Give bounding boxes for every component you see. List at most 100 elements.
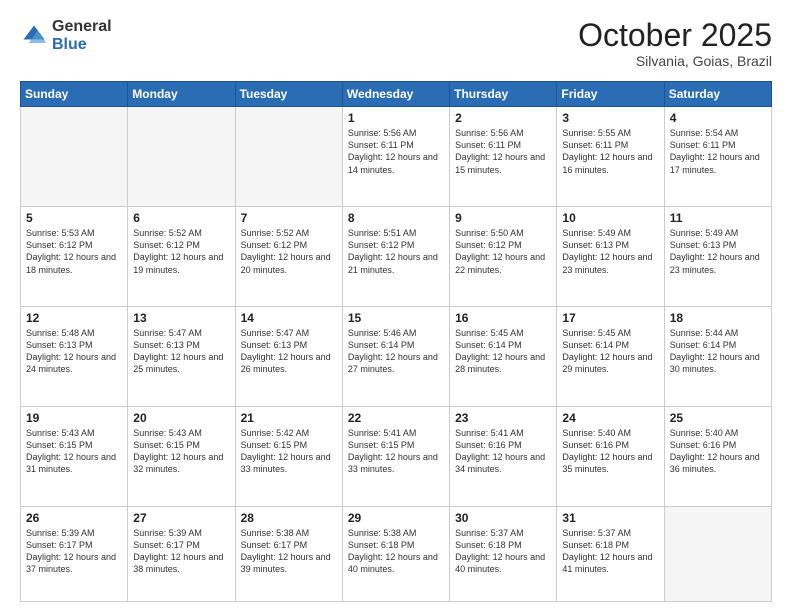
- calendar-cell: 7 Sunrise: 5:52 AM Sunset: 6:12 PM Daylig…: [235, 207, 342, 307]
- day-number: 18: [670, 311, 766, 325]
- day-number: 14: [241, 311, 337, 325]
- day-info: Sunrise: 5:50 AM Sunset: 6:12 PM Dayligh…: [455, 227, 551, 276]
- day-number: 6: [133, 211, 229, 225]
- day-number: 31: [562, 511, 658, 525]
- day-info: Sunrise: 5:56 AM Sunset: 6:11 PM Dayligh…: [455, 127, 551, 176]
- day-info: Sunrise: 5:46 AM Sunset: 6:14 PM Dayligh…: [348, 327, 444, 376]
- header: General Blue October 2025 Silvania, Goia…: [20, 18, 772, 69]
- day-number: 10: [562, 211, 658, 225]
- calendar-cell: 15 Sunrise: 5:46 AM Sunset: 6:14 PM Dayli…: [342, 307, 449, 407]
- day-info: Sunrise: 5:53 AM Sunset: 6:12 PM Dayligh…: [26, 227, 122, 276]
- logo-blue: Blue: [52, 36, 112, 54]
- day-number: 5: [26, 211, 122, 225]
- calendar-cell: 19Sunrise: 5:43 AM Sunset: 6:15 PM Dayli…: [21, 407, 128, 507]
- month-title: October 2025: [578, 18, 772, 53]
- day-info: Sunrise: 5:49 AM Sunset: 6:13 PM Dayligh…: [562, 227, 658, 276]
- day-number: 3: [562, 111, 658, 125]
- page: General Blue October 2025 Silvania, Goia…: [0, 0, 792, 612]
- calendar-cell: 26 Sunrise: 5:39 AM Sunset: 6:17 PM Dayli…: [21, 506, 128, 601]
- calendar-cell: 20 Sunrise: 5:43 AM Sunset: 6:15 PM Dayli…: [128, 407, 235, 507]
- day-info: Sunrise: 5:49 AM Sunset: 6:13 PM Dayligh…: [670, 227, 766, 276]
- day-info: Sunrise: 5:52 AM Sunset: 6:12 PM Dayligh…: [133, 227, 229, 276]
- calendar-cell: 6 Sunrise: 5:52 AM Sunset: 6:12 PM Daylig…: [128, 207, 235, 307]
- day-number: 21: [241, 411, 337, 425]
- col-tuesday: Tuesday: [235, 82, 342, 107]
- day-info: Sunrise: 5:45 AM Sunset: 6:14 PM Dayligh…: [562, 327, 658, 376]
- day-number: 15: [348, 311, 444, 325]
- day-number: 13: [133, 311, 229, 325]
- calendar-cell: 13Sunrise: 5:47 AM Sunset: 6:13 PM Dayli…: [128, 307, 235, 407]
- day-info: Sunrise: 5:56 AM Sunset: 6:11 PM Dayligh…: [348, 127, 444, 176]
- day-info: Sunrise: 5:48 AM Sunset: 6:13 PM Dayligh…: [26, 327, 122, 376]
- day-info: Sunrise: 5:47 AM Sunset: 6:13 PM Dayligh…: [241, 327, 337, 376]
- day-info: Sunrise: 5:55 AM Sunset: 6:11 PM Dayligh…: [562, 127, 658, 176]
- day-info: Sunrise: 5:43 AM Sunset: 6:15 PM Dayligh…: [133, 427, 229, 476]
- calendar-cell: 25 Sunrise: 5:40 AM Sunset: 6:16 PM Dayli…: [664, 407, 771, 507]
- day-info: Sunrise: 5:38 AM Sunset: 6:18 PM Dayligh…: [348, 527, 444, 576]
- day-info: Sunrise: 5:38 AM Sunset: 6:17 PM Dayligh…: [241, 527, 337, 576]
- calendar-cell: [21, 107, 128, 207]
- calendar-cell: 17Sunrise: 5:45 AM Sunset: 6:14 PM Dayli…: [557, 307, 664, 407]
- calendar-cell: [235, 107, 342, 207]
- calendar-cell: 16Sunrise: 5:45 AM Sunset: 6:14 PM Dayli…: [450, 307, 557, 407]
- calendar-cell: 27 Sunrise: 5:39 AM Sunset: 6:17 PM Dayli…: [128, 506, 235, 601]
- calendar-cell: 31 Sunrise: 5:37 AM Sunset: 6:18 PM Dayli…: [557, 506, 664, 601]
- day-info: Sunrise: 5:52 AM Sunset: 6:12 PM Dayligh…: [241, 227, 337, 276]
- day-info: Sunrise: 5:44 AM Sunset: 6:14 PM Dayligh…: [670, 327, 766, 376]
- location-subtitle: Silvania, Goias, Brazil: [578, 53, 772, 69]
- calendar-cell: 30Sunrise: 5:37 AM Sunset: 6:18 PM Dayli…: [450, 506, 557, 601]
- day-number: 29: [348, 511, 444, 525]
- col-friday: Friday: [557, 82, 664, 107]
- day-number: 4: [670, 111, 766, 125]
- day-number: 28: [241, 511, 337, 525]
- day-info: Sunrise: 5:51 AM Sunset: 6:12 PM Dayligh…: [348, 227, 444, 276]
- day-number: 19: [26, 411, 122, 425]
- day-number: 24: [562, 411, 658, 425]
- calendar-cell: 21 Sunrise: 5:42 AM Sunset: 6:15 PM Dayli…: [235, 407, 342, 507]
- calendar-cell: [664, 506, 771, 601]
- calendar-cell: 12 Sunrise: 5:48 AM Sunset: 6:13 PM Dayli…: [21, 307, 128, 407]
- day-number: 25: [670, 411, 766, 425]
- calendar-cell: 22 Sunrise: 5:41 AM Sunset: 6:15 PM Dayli…: [342, 407, 449, 507]
- col-monday: Monday: [128, 82, 235, 107]
- day-info: Sunrise: 5:41 AM Sunset: 6:16 PM Dayligh…: [455, 427, 551, 476]
- calendar-cell: 28 Sunrise: 5:38 AM Sunset: 6:17 PM Dayli…: [235, 506, 342, 601]
- day-number: 20: [133, 411, 229, 425]
- day-number: 27: [133, 511, 229, 525]
- day-number: 7: [241, 211, 337, 225]
- day-number: 1: [348, 111, 444, 125]
- day-number: 22: [348, 411, 444, 425]
- day-info: Sunrise: 5:40 AM Sunset: 6:16 PM Dayligh…: [670, 427, 766, 476]
- calendar-cell: 14 Sunrise: 5:47 AM Sunset: 6:13 PM Dayli…: [235, 307, 342, 407]
- calendar-cell: 1 Sunrise: 5:56 AM Sunset: 6:11 PM Daylig…: [342, 107, 449, 207]
- calendar-cell: 2Sunrise: 5:56 AM Sunset: 6:11 PM Daylig…: [450, 107, 557, 207]
- day-info: Sunrise: 5:39 AM Sunset: 6:17 PM Dayligh…: [133, 527, 229, 576]
- logo: General Blue: [20, 18, 112, 53]
- calendar-cell: 24 Sunrise: 5:40 AM Sunset: 6:16 PM Dayli…: [557, 407, 664, 507]
- calendar-header-row: Sunday Monday Tuesday Wednesday Thursday…: [21, 82, 772, 107]
- col-sunday: Sunday: [21, 82, 128, 107]
- calendar-cell: 4 Sunrise: 5:54 AM Sunset: 6:11 PM Daylig…: [664, 107, 771, 207]
- day-number: 12: [26, 311, 122, 325]
- day-number: 30: [455, 511, 551, 525]
- calendar-cell: 3 Sunrise: 5:55 AM Sunset: 6:11 PM Daylig…: [557, 107, 664, 207]
- col-saturday: Saturday: [664, 82, 771, 107]
- calendar-cell: 5 Sunrise: 5:53 AM Sunset: 6:12 PM Daylig…: [21, 207, 128, 307]
- day-info: Sunrise: 5:41 AM Sunset: 6:15 PM Dayligh…: [348, 427, 444, 476]
- day-info: Sunrise: 5:54 AM Sunset: 6:11 PM Dayligh…: [670, 127, 766, 176]
- day-info: Sunrise: 5:39 AM Sunset: 6:17 PM Dayligh…: [26, 527, 122, 576]
- day-number: 26: [26, 511, 122, 525]
- col-wednesday: Wednesday: [342, 82, 449, 107]
- calendar-cell: 23Sunrise: 5:41 AM Sunset: 6:16 PM Dayli…: [450, 407, 557, 507]
- day-info: Sunrise: 5:40 AM Sunset: 6:16 PM Dayligh…: [562, 427, 658, 476]
- calendar-cell: 11 Sunrise: 5:49 AM Sunset: 6:13 PM Dayli…: [664, 207, 771, 307]
- day-info: Sunrise: 5:37 AM Sunset: 6:18 PM Dayligh…: [562, 527, 658, 576]
- day-info: Sunrise: 5:42 AM Sunset: 6:15 PM Dayligh…: [241, 427, 337, 476]
- day-number: 8: [348, 211, 444, 225]
- calendar-cell: 29 Sunrise: 5:38 AM Sunset: 6:18 PM Dayli…: [342, 506, 449, 601]
- logo-text: General Blue: [52, 18, 112, 53]
- calendar-cell: [128, 107, 235, 207]
- calendar-cell: 8 Sunrise: 5:51 AM Sunset: 6:12 PM Daylig…: [342, 207, 449, 307]
- day-number: 11: [670, 211, 766, 225]
- calendar-table: Sunday Monday Tuesday Wednesday Thursday…: [20, 81, 772, 602]
